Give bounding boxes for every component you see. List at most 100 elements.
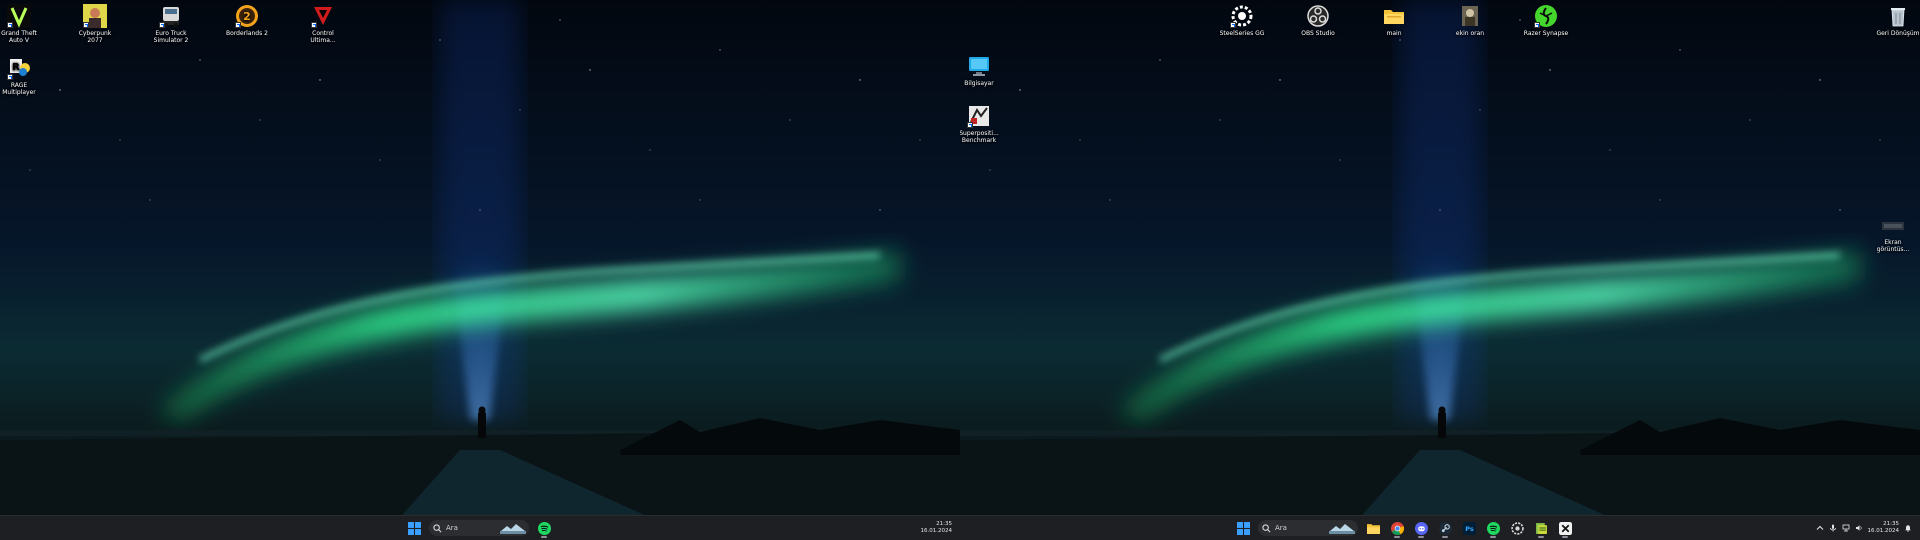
search-placeholder: Ara xyxy=(1275,524,1287,532)
image-file-icon xyxy=(1458,4,1482,28)
network-button[interactable] xyxy=(1842,524,1850,532)
capcut-icon xyxy=(1558,521,1572,535)
system-tray-left: 21:35 16.01.2024 xyxy=(921,519,953,537)
taskbar-app-steam[interactable] xyxy=(1436,519,1454,538)
right-screen: Bilgisayar Superpositi... Benchmark Stee… xyxy=(960,0,1920,540)
taskbar-app-steelseries[interactable] xyxy=(1508,519,1526,537)
gta-icon xyxy=(7,4,31,28)
bell-icon xyxy=(1905,525,1911,532)
search-highlight-art-icon xyxy=(1329,524,1355,534)
taskbar-app-spotify[interactable] xyxy=(1484,519,1502,538)
desktop-icon-label: Control Ultima... xyxy=(310,30,336,44)
desktop-icon-ets[interactable]: Euro Truck Simulator 2 xyxy=(147,4,195,44)
show-hidden-icons-button[interactable] xyxy=(1816,524,1824,532)
windows-start-icon xyxy=(407,521,421,535)
shortcut-arrow-icon xyxy=(311,22,317,28)
search-highlight-art-icon xyxy=(500,524,526,534)
obs-icon xyxy=(1306,4,1330,28)
desktop-icon-ekin[interactable]: ekin oran xyxy=(1446,4,1494,37)
shortcut-arrow-icon xyxy=(1230,22,1236,28)
chrome-icon xyxy=(1390,521,1404,535)
desktop-icon-label: Euro Truck Simulator 2 xyxy=(153,30,189,44)
desktop-icon-razer[interactable]: Razer Synapse xyxy=(1522,4,1570,37)
search-placeholder: Ara xyxy=(446,524,458,532)
shortcut-arrow-icon xyxy=(1534,22,1540,28)
desktop-icon-label: Ekran görüntüs... xyxy=(1876,239,1910,253)
aurora-wallpaper xyxy=(960,0,1920,540)
desktop-icon-label: Bilgisayar xyxy=(964,80,994,87)
desktop-icon-label: Cyberpunk 2077 xyxy=(78,30,112,44)
clock-date: 16.01.2024 xyxy=(920,528,953,534)
aurora-wallpaper xyxy=(0,0,960,540)
cyberpunk-icon xyxy=(83,4,107,28)
desktop-icon-gta[interactable]: Grand Theft Auto V xyxy=(0,4,43,44)
desktop-icon-superposition[interactable]: Superpositi... Benchmark xyxy=(960,104,1003,144)
borderlands-icon: 2 xyxy=(235,4,259,28)
notifications-button[interactable] xyxy=(1904,524,1912,532)
start-button[interactable] xyxy=(1234,519,1252,537)
folder-icon xyxy=(1382,4,1406,28)
desktop-icon-label: Borderlands 2 xyxy=(226,30,268,37)
computer-icon xyxy=(967,54,991,78)
desktop-icon-bilgisayar[interactable]: Bilgisayar xyxy=(960,54,1003,87)
superposition-icon xyxy=(967,104,991,128)
desktop-icon-label: OBS Studio xyxy=(1301,30,1335,37)
search-icon xyxy=(1262,523,1271,532)
desktop-icon-control[interactable]: Control Ultima... xyxy=(299,4,347,44)
taskbar-app-spotify[interactable] xyxy=(535,519,553,538)
spotify-icon xyxy=(537,521,551,535)
shortcut-arrow-icon xyxy=(7,74,13,80)
clock-date: 16.01.2024 xyxy=(1867,528,1900,534)
desktop-icon-cyberpunk[interactable]: Cyberpunk 2077 xyxy=(71,4,119,44)
speaker-icon xyxy=(1855,525,1862,531)
desktop-icon-label: Geri Dönüşüm xyxy=(1876,30,1920,37)
taskbar-clock[interactable]: 21:35 16.01.2024 xyxy=(921,521,953,535)
razer-synapse-icon xyxy=(1534,4,1558,28)
taskbar-app-discord[interactable] xyxy=(1412,519,1430,538)
desktop-icon-obs[interactable]: OBS Studio xyxy=(1294,4,1342,37)
desktop-icon-label: ekin oran xyxy=(1455,30,1485,37)
left-screen: Grand Theft Auto V Cyberpunk 2077 Euro T… xyxy=(0,0,960,540)
taskbar-app-notepad[interactable] xyxy=(1532,519,1550,538)
taskbar-app-chrome[interactable] xyxy=(1388,519,1406,538)
notepad-icon xyxy=(1535,522,1547,534)
taskbar-search-box[interactable]: Ara xyxy=(1258,520,1358,536)
spotify-icon xyxy=(1486,521,1500,535)
photoshop-icon: Ps xyxy=(1462,521,1476,535)
taskbar-right: Ara Ps 21:35 16.01.2024 xyxy=(960,515,1920,540)
clock-time: 21:35 xyxy=(1883,521,1899,527)
taskbar-left: Ara 21:35 16.01.2024 xyxy=(0,515,960,540)
chevron-up-icon xyxy=(1816,525,1823,530)
network-icon xyxy=(1842,524,1849,532)
desktop-icon-screenshot[interactable]: Ekran görüntüs... xyxy=(1869,213,1917,253)
start-button[interactable] xyxy=(405,519,423,537)
rage-multiplayer-icon: R xyxy=(7,56,31,80)
control-icon xyxy=(311,4,335,28)
clock-time: 21:35 xyxy=(936,521,952,527)
desktop-icon-borderlands[interactable]: 2 Borderlands 2 xyxy=(223,4,271,37)
desktop-icon-label: Grand Theft Auto V xyxy=(1,30,37,44)
desktop-icon-label: Razer Synapse xyxy=(1523,30,1569,37)
steelseries-icon xyxy=(1230,4,1254,28)
taskbar-search-box[interactable]: Ara xyxy=(429,520,529,536)
desktop-icon-main[interactable]: main xyxy=(1370,4,1418,37)
microphone-button[interactable] xyxy=(1829,524,1837,532)
screenshot-file-icon xyxy=(1881,213,1905,237)
taskbar-app-photoshop[interactable]: Ps xyxy=(1460,519,1478,537)
desktop-icon-recycle-bin[interactable]: Geri Dönüşüm xyxy=(1874,4,1920,37)
desktop-icon-label: SteelSeries GG xyxy=(1219,30,1265,37)
desktop-icon-label: RAGE Multiplayer xyxy=(2,82,36,96)
microphone-icon xyxy=(1829,524,1836,532)
shortcut-arrow-icon xyxy=(967,122,973,128)
taskbar-clock[interactable]: 21:35 16.01.2024 xyxy=(1868,521,1900,535)
shortcut-arrow-icon xyxy=(83,22,89,28)
dual-monitor-desktop: Grand Theft Auto V Cyberpunk 2077 Euro T… xyxy=(0,0,1920,540)
taskbar-app-file-explorer[interactable] xyxy=(1364,519,1382,537)
desktop-icon-rage[interactable]: R RAGE Multiplayer xyxy=(0,56,43,96)
windows-start-icon xyxy=(1236,521,1250,535)
desktop-icon-steelseries[interactable]: SteelSeries GG xyxy=(1218,4,1266,37)
volume-button[interactable] xyxy=(1855,524,1863,532)
taskbar-app-capcut[interactable] xyxy=(1556,519,1574,538)
recycle-bin-icon xyxy=(1886,4,1910,28)
svg-text:2: 2 xyxy=(243,10,251,23)
